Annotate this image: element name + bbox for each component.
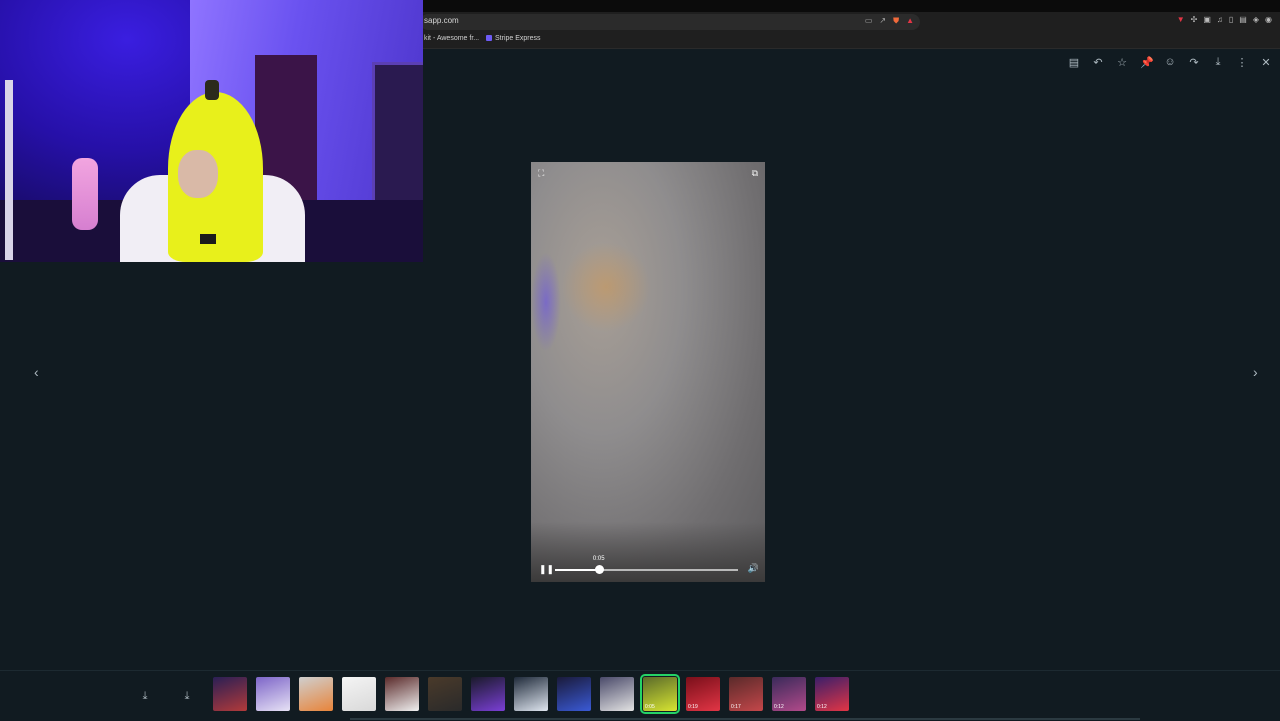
extension-icon[interactable]: ▼ [1177, 15, 1185, 24]
pause-icon[interactable]: ❚❚ [539, 564, 554, 575]
bookmark-label: kit - Awesome fr... [424, 35, 480, 42]
vpn-icon[interactable]: ◈ [1253, 15, 1259, 24]
previous-media-button[interactable]: ‹ [34, 364, 39, 380]
next-media-button[interactable]: › [1253, 364, 1258, 380]
share-icon[interactable]: ↗ [879, 16, 886, 26]
seek-handle[interactable] [594, 565, 604, 574]
current-time: 0:05 [592, 556, 605, 562]
thumbnail-duration: 0:12 [817, 704, 827, 710]
cast-icon[interactable]: ▭ [865, 16, 873, 26]
puzzle-icon[interactable]: ✣ [1191, 15, 1198, 24]
message-icon[interactable]: ▤ [1068, 56, 1080, 69]
bookmark-item[interactable]: Stripe Express [486, 35, 541, 42]
thumbnail-duration: 0:12 [774, 704, 784, 710]
seek-progress [555, 569, 599, 571]
media-thumbnail[interactable] [600, 677, 634, 711]
thumbnail-duration: 0:05 [645, 704, 655, 710]
download-icon[interactable]: ⤓ [130, 681, 160, 711]
brave-shield-icon[interactable]: ⛊ [893, 16, 899, 26]
music-icon[interactable]: ♫ [1217, 15, 1223, 24]
pip-icon[interactable]: ⧉ [752, 168, 758, 179]
media-thumbnail[interactable] [385, 677, 419, 711]
bookmark-item[interactable]: kit - Awesome fr... [424, 35, 479, 42]
costume-logo [200, 234, 216, 244]
download-icon[interactable]: ⤓ [1212, 56, 1224, 69]
media-thumbnail[interactable] [557, 677, 591, 711]
address-bar[interactable]: sapp.com ▭ ↗ ⛊ ▲ [420, 14, 920, 30]
close-icon[interactable]: ✕ [1260, 56, 1272, 69]
media-thumbnail[interactable]: 0:17 [729, 677, 763, 711]
download-icon[interactable]: ⤓ [172, 681, 202, 711]
bookmark-label: Stripe Express [495, 35, 541, 42]
media-thumbnail[interactable] [213, 677, 247, 711]
video-controls: ❚❚ 0:05 🔊 [531, 556, 765, 582]
volume-icon[interactable]: 🔊 [748, 563, 759, 574]
media-thumbnail[interactable]: 0:19 [686, 677, 720, 711]
webcam-overlay [0, 0, 423, 262]
banana-tip [205, 80, 219, 100]
wallet-icon[interactable]: ▤ [1239, 15, 1247, 24]
video-player[interactable]: ⛶ ⧉ ❚❚ 0:05 🔊 [531, 162, 765, 582]
url-text: sapp.com [424, 16, 459, 25]
reply-icon[interactable]: ↶ [1092, 56, 1104, 69]
sidebar-icon[interactable]: ▯ [1229, 15, 1233, 24]
shield-icon[interactable]: ◉ [1265, 15, 1272, 24]
thumbnail-duration: 0:17 [731, 704, 741, 710]
thumbnail-duration: 0:19 [688, 704, 698, 710]
media-thumbnail[interactable] [256, 677, 290, 711]
video-frame-blur [531, 252, 561, 352]
thumbnail-list: 0:05 0:19 0:17 0:12 0:12 [213, 674, 849, 714]
person-face [178, 150, 218, 198]
media-thumbnail[interactable] [471, 677, 505, 711]
media-thumbnail[interactable]: 0:05 [640, 674, 680, 714]
stripe-icon [486, 35, 492, 41]
more-icon[interactable]: ⋮ [1236, 56, 1248, 69]
mic-arm [5, 80, 13, 260]
media-thumbnail[interactable] [342, 677, 376, 711]
media-thumbnail[interactable] [514, 677, 548, 711]
media-thumbnail[interactable]: 0:12 [772, 677, 806, 711]
media-thumbnail[interactable] [428, 677, 462, 711]
video-frame-glow [561, 242, 651, 332]
star-icon[interactable]: ☆ [1116, 56, 1128, 69]
emoji-icon[interactable]: ☺ [1164, 56, 1176, 69]
brave-rewards-icon[interactable]: ▲ [906, 16, 914, 26]
pin-icon[interactable]: 📌 [1140, 56, 1154, 69]
forward-icon[interactable]: ↷ [1188, 56, 1200, 69]
media-thumbnail[interactable]: 0:12 [815, 677, 849, 711]
microphone [72, 158, 98, 230]
media-viewer-toolbar: ▤ ↶ ☆ 📌 ☺ ↷ ⤓ ⋮ ✕ [1068, 56, 1272, 69]
media-thumbnail[interactable] [299, 677, 333, 711]
fullscreen-icon[interactable]: ⛶ [538, 168, 544, 179]
media-strip: ⤓ ⤓ 0:05 0:19 0:17 0:12 0:12 [0, 670, 1280, 721]
tab-icon[interactable]: ▣ [1203, 15, 1211, 24]
seek-bar[interactable]: 0:05 [555, 556, 738, 574]
